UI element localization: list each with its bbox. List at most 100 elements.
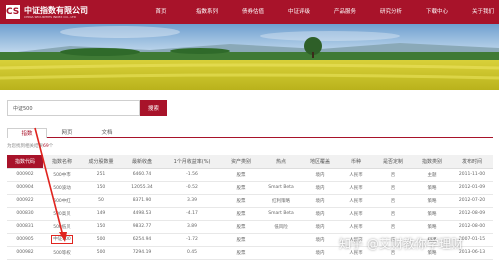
cell-constituents: 150	[81, 220, 121, 234]
search-input[interactable]	[7, 100, 140, 116]
table-row[interactable]: 000831 500低贝 150 9832.77 3.89 股票 低风险 境内 …	[7, 220, 493, 234]
result-count-text: 为您找到相关结果69个	[7, 143, 53, 149]
nav-item-downloads[interactable]: 下载中心	[414, 0, 460, 24]
cell-hotspot: 低风险	[261, 220, 301, 234]
col-header-customized[interactable]: 是否定制	[373, 155, 413, 169]
cell-category: 主题	[413, 168, 451, 182]
col-header-currency[interactable]: 币种	[339, 155, 373, 169]
search-button[interactable]: 搜索	[140, 100, 167, 116]
banner-image	[0, 24, 499, 90]
cell-customized: 否	[373, 168, 413, 182]
cell-name-highlighted[interactable]: 中证500	[43, 233, 81, 247]
cell-region: 境内	[301, 168, 339, 182]
cell-name[interactable]: 500中红	[43, 194, 81, 208]
cell-hotspot: Smart Beta	[261, 181, 301, 195]
nav-item-about[interactable]: 关于我们	[460, 0, 499, 24]
cell-region: 境内	[301, 181, 339, 195]
cell-close: 9832.77	[121, 220, 163, 234]
highlight-box[interactable]: 中证500	[51, 235, 73, 244]
cell-code[interactable]: 000905	[7, 233, 43, 247]
cell-hotspot	[261, 233, 301, 247]
cell-return: 3.89	[163, 220, 221, 234]
cell-region: 境内	[301, 246, 339, 260]
cell-close: 7294.19	[121, 246, 163, 260]
col-header-code[interactable]: 指数代码	[7, 155, 43, 169]
cell-category: 策略	[413, 194, 451, 208]
col-header-name[interactable]: 指数名称	[43, 155, 81, 169]
col-header-launch-date[interactable]: 发布时间	[451, 155, 493, 169]
cell-category: 策略	[413, 220, 451, 234]
top-header: CSI 中证指数有限公司 CHINA SECURITIES INDEX CO.,…	[0, 0, 499, 24]
cell-launch-date: 2011-11-00	[451, 168, 493, 182]
cell-asset-class: 股票	[221, 233, 261, 247]
tab-index[interactable]: 指数	[7, 128, 47, 138]
tab-document[interactable]: 文档	[87, 128, 127, 138]
cell-category: 策略	[413, 207, 451, 221]
nav-item-home[interactable]: 首页	[138, 0, 184, 24]
result-tabs: 指数 网页 文档	[7, 128, 493, 138]
col-header-close[interactable]: 最新收盘	[121, 155, 163, 169]
col-header-category[interactable]: 指数类别	[413, 155, 451, 169]
cell-launch-date: 2012-08-00	[451, 220, 493, 234]
cell-asset-class: 股票	[221, 207, 261, 221]
result-prefix: 为您找到相关结果	[7, 144, 43, 149]
cell-currency: 人民币	[339, 181, 373, 195]
cell-name[interactable]: 500中市	[43, 168, 81, 182]
col-header-constituents[interactable]: 成分股数量	[81, 155, 121, 169]
cell-hotspot	[261, 168, 301, 182]
cell-return: -1.56	[163, 168, 221, 182]
tab-webpage[interactable]: 网页	[47, 128, 87, 138]
cell-code[interactable]: 000902	[7, 168, 43, 182]
cell-code[interactable]: 000922	[7, 194, 43, 208]
cell-currency: 人民币	[339, 168, 373, 182]
cell-name[interactable]: 500波动	[43, 181, 81, 195]
col-header-return[interactable]: 1个月收益率(%)	[163, 155, 221, 169]
table-row[interactable]: 000902 500中市 251 6460.74 -1.56 股票 境内 人民币…	[7, 168, 493, 182]
cell-code[interactable]: 000904	[7, 181, 43, 195]
cell-return: -0.52	[163, 181, 221, 195]
cell-close: 4498.53	[121, 207, 163, 221]
cell-asset-class: 股票	[221, 246, 261, 260]
cell-code[interactable]: 000831	[7, 220, 43, 234]
cell-close: 6254.94	[121, 233, 163, 247]
nav-item-research[interactable]: 研究分析	[368, 0, 414, 24]
cell-code[interactable]: 000982	[7, 246, 43, 260]
cell-category: 策略	[413, 181, 451, 195]
table-row[interactable]: 000904 500波动 150 12055.34 -0.52 股票 Smart…	[7, 181, 493, 195]
cell-name[interactable]: 500高贝	[43, 207, 81, 221]
cell-return: -4.17	[163, 207, 221, 221]
cell-constituents: 251	[81, 168, 121, 182]
nav-item-rating[interactable]: 中证评级	[276, 0, 322, 24]
cell-constituents: 500	[81, 246, 121, 260]
cell-constituents: 500	[81, 233, 121, 247]
cell-name[interactable]: 500等权	[43, 246, 81, 260]
cell-constituents: 50	[81, 194, 121, 208]
nav-item-products[interactable]: 产品服务	[322, 0, 368, 24]
cell-launch-date: 2012-08-09	[451, 207, 493, 221]
cell-close: 12055.34	[121, 181, 163, 195]
cell-code[interactable]: 000830	[7, 207, 43, 221]
cell-region: 境内	[301, 233, 339, 247]
logo-text-en: CHINA SECURITIES INDEX CO., LTD	[24, 14, 76, 19]
cell-return: -1.72	[163, 233, 221, 247]
col-header-region[interactable]: 地区覆盖	[301, 155, 339, 169]
col-header-hotspot[interactable]: 热点	[261, 155, 301, 169]
table-row[interactable]: 000922 500中红 50 8371.90 3.39 股票 红利策略 境内 …	[7, 194, 493, 208]
cell-name[interactable]: 500低贝	[43, 220, 81, 234]
cell-currency: 人民币	[339, 194, 373, 208]
result-suffix: 个	[48, 144, 54, 149]
cell-customized: 否	[373, 181, 413, 195]
nav-item-bond-valuation[interactable]: 债券估值	[230, 0, 276, 24]
cell-launch-date: 2012-07-20	[451, 194, 493, 208]
cell-constituents: 149	[81, 207, 121, 221]
table-row[interactable]: 000830 500高贝 149 4498.53 -4.17 股票 Smart …	[7, 207, 493, 221]
cell-region: 境内	[301, 220, 339, 234]
cell-return: 0.45	[163, 246, 221, 260]
nav-item-index-series[interactable]: 指数系列	[184, 0, 230, 24]
logo-text-cn: 中证指数有限公司	[24, 5, 88, 15]
cell-asset-class: 股票	[221, 220, 261, 234]
col-header-asset-class[interactable]: 资产类别	[221, 155, 261, 169]
logo-mark: CSI	[6, 5, 23, 19]
cell-close: 8371.90	[121, 194, 163, 208]
site-logo[interactable]: CSI 中证指数有限公司 CHINA SECURITIES INDEX CO.,…	[6, 4, 88, 20]
